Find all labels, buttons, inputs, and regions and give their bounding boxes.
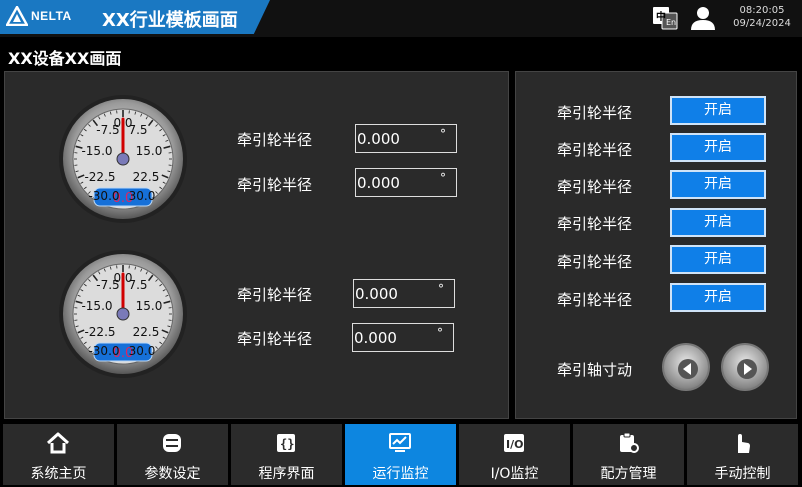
page-title: XX设备XX画面 [8,49,122,68]
nav-manual[interactable]: 手动控制 [687,424,798,485]
jog-forward-button[interactable] [721,343,769,391]
gauge-2: 0.00.0-7.57.5-15.015.0-22.522.5-30.030.0 [59,250,187,378]
enable-button-6[interactable]: 开启 [670,283,766,312]
gauge-scale-label: 30.0 [129,189,156,203]
clock: 08:20:05 09/24/2024 [728,4,796,30]
gauge-scale-label: -7.5 [96,123,119,137]
user-icon[interactable] [690,5,716,31]
svg-text:{}: {} [280,437,294,451]
language-switch-icon[interactable]: 中 En [652,6,678,30]
nav-io-monitor[interactable]: I/O I/O监控 [459,424,570,485]
gauge-scale-label: -22.5 [84,325,115,339]
field-label-1: 牵引轮半径 [237,131,313,149]
gauge-scale-label: 7.5 [128,123,147,137]
nav-program-label: 程序界面 [258,466,315,482]
nav-run-monitor[interactable]: 运行监控 [345,424,456,485]
brand-banner: NELTA XX行业模板画面 [0,0,270,34]
enable-button-5[interactable]: 开启 [670,245,766,274]
gauge-hub [116,152,130,166]
jog-reverse-button[interactable] [662,343,710,391]
delta-logo: NELTA [6,6,72,26]
jog-label: 牵引轴寸动 [557,361,633,379]
logo-text: NELTA [31,9,72,23]
clock-time: 08:20:05 [739,5,785,16]
gauge-scale-label: 30.0 [129,344,156,358]
gauge-scale-label: -15.0 [81,299,112,313]
value-field-4[interactable]: 0.000 ° [352,323,454,352]
enable-button-2[interactable]: 开启 [670,133,766,162]
gauge-1: 0.00.0-7.57.5-15.015.0-22.522.5-30.030.0 [59,95,187,223]
parameter-icon [163,434,181,452]
nav-run-monitor-label: 运行监控 [372,466,429,482]
gauge-scale-label: 15.0 [136,144,163,158]
value-field-3-value: 0.000 [355,285,398,303]
gauge-scale-label: -22.5 [84,170,115,184]
svg-text:中: 中 [656,10,666,23]
gauge-scale-label: 15.0 [136,299,163,313]
arrow-left-icon [678,359,698,379]
enable-button-4[interactable]: 开启 [670,208,766,237]
value-field-1-unit: ° [440,127,446,141]
field-label-3: 牵引轮半径 [237,286,313,304]
right-label-4: 牵引轮半径 [557,215,633,233]
value-field-3[interactable]: 0.000 ° [353,279,455,308]
field-label-4: 牵引轮半径 [237,330,313,348]
nav-recipe[interactable]: 配方管理 [573,424,684,485]
monitor-icon [389,433,411,452]
value-field-4-unit: ° [437,326,443,340]
clock-date: 09/24/2024 [733,18,791,29]
gauge-scale-label: 22.5 [133,170,160,184]
gauge-scale-label: -30.0 [88,344,119,358]
value-field-2-unit: ° [440,171,446,185]
value-field-1[interactable]: 0.000 ° [355,124,457,153]
right-label-3: 牵引轮半径 [557,178,633,196]
nav-io-monitor-label: I/O监控 [490,466,539,482]
recipe-icon [620,432,639,453]
nav-parameters[interactable]: 参数设定 [117,424,228,485]
value-field-4-value: 0.000 [354,329,397,347]
svg-text:En: En [666,18,676,27]
right-label-5: 牵引轮半径 [557,253,633,271]
home-icon [46,432,70,454]
enable-button-3[interactable]: 开启 [670,170,766,199]
hand-icon [738,434,750,453]
delta-logo-icon [6,6,28,26]
field-label-2: 牵引轮半径 [237,176,313,194]
nav-home-label: 系统主页 [30,466,87,482]
right-label-1: 牵引轮半径 [557,104,633,122]
value-field-3-unit: ° [438,282,444,296]
gauge-scale-label: -30.0 [88,189,119,203]
gauge-scale-label: -7.5 [96,278,119,292]
nav-parameters-label: 参数设定 [144,466,201,482]
svg-text:I/O: I/O [506,438,523,451]
top-bar: NELTA XX行业模板画面 中 En 08:20:05 09/24/2024 [0,0,802,37]
io-icon: I/O [504,434,524,452]
nav-recipe-label: 配方管理 [600,466,657,482]
gauge-scale-label: 7.5 [128,278,147,292]
nav-manual-label: 手动控制 [714,466,771,482]
gauge-scale-label: -15.0 [81,144,112,158]
nav-home[interactable]: 系统主页 [3,424,114,485]
gauge-hub [116,307,130,321]
gauge-scale-label: 22.5 [133,325,160,339]
nav-program[interactable]: {} 程序界面 [231,424,342,485]
enable-button-1[interactable]: 开启 [670,96,766,125]
app-title: XX行业模板画面 [102,10,238,31]
arrow-right-icon [737,359,757,379]
right-label-6: 牵引轮半径 [557,291,633,309]
right-label-2: 牵引轮半径 [557,141,633,159]
value-field-2-value: 0.000 [357,174,400,192]
value-field-2[interactable]: 0.000 ° [355,168,457,197]
value-field-1-value: 0.000 [357,130,400,148]
program-icon: {} [277,434,295,452]
